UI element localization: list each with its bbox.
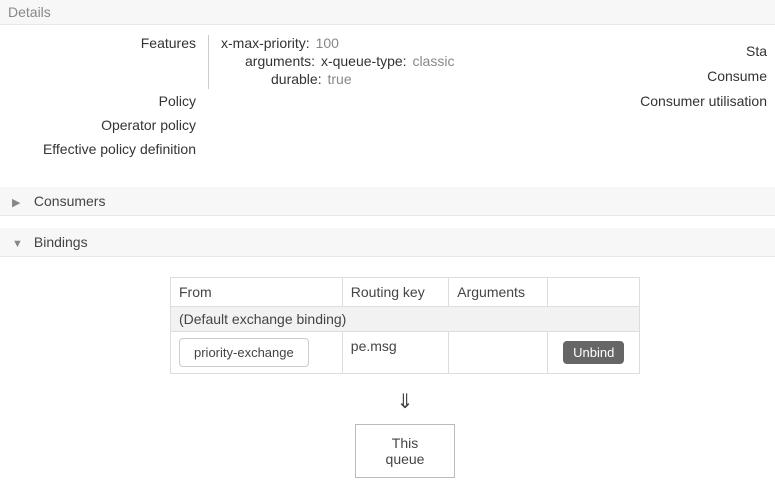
x-queue-type-val: classic [412, 53, 454, 69]
table-header-row: From Routing key Arguments [171, 278, 640, 307]
effective-policy-label: Effective policy definition [8, 141, 208, 157]
operator-policy-val [208, 117, 607, 137]
chevron-down-icon [12, 238, 24, 250]
binding-action-cell: Unbind [548, 332, 640, 374]
details-title: Details [8, 4, 51, 20]
features-label: Features [8, 35, 208, 51]
down-arrow-icon: ⇓ [170, 392, 640, 412]
table-row: (Default exchange binding) [171, 307, 640, 332]
bindings-title: Bindings [34, 234, 88, 250]
policy-val [208, 93, 607, 113]
this-queue-box: This queue [355, 424, 455, 478]
durable-key: durable: [271, 71, 322, 87]
operator-policy-label: Operator policy [8, 117, 208, 133]
details-header: Details [0, 0, 775, 25]
consumers-title: Consumers [34, 193, 106, 209]
col-actions [548, 278, 640, 307]
bindings-content: From Routing key Arguments (Default exch… [0, 257, 775, 498]
x-queue-type-key: x-queue-type: [321, 53, 407, 69]
meta-state: Sta [607, 39, 767, 64]
bindings-header[interactable]: Bindings [0, 228, 775, 257]
exchange-link[interactable]: priority-exchange [179, 338, 309, 367]
col-routing-key: Routing key [342, 278, 448, 307]
meta-consumer-utilisation: Consumer utilisation [607, 89, 767, 114]
details-body: Features x-max-priority: 100 arguments: … [0, 25, 775, 175]
features-values: x-max-priority: 100 arguments: x-queue-t… [208, 35, 607, 89]
x-max-priority-val: 100 [316, 35, 339, 51]
arguments-key: arguments: [245, 53, 315, 69]
bindings-table: From Routing key Arguments (Default exch… [170, 277, 640, 374]
durable-val: true [327, 71, 351, 87]
meta-consumers: Consume [607, 64, 767, 89]
effective-policy-val [208, 141, 607, 161]
consumers-header[interactable]: Consumers [0, 187, 775, 216]
unbind-button[interactable]: Unbind [563, 341, 624, 364]
right-meta: Sta Consume Consumer utilisation [607, 39, 767, 165]
col-from: From [171, 278, 343, 307]
binding-from-cell: priority-exchange [171, 332, 343, 374]
col-arguments: Arguments [449, 278, 548, 307]
x-max-priority-key: x-max-priority: [221, 35, 310, 51]
binding-routing-key-cell: pe.msg [342, 332, 448, 374]
default-binding-cell: (Default exchange binding) [171, 307, 640, 332]
binding-arguments-cell [449, 332, 548, 374]
chevron-right-icon [12, 196, 24, 209]
policy-label: Policy [8, 93, 208, 109]
table-row: priority-exchange pe.msg Unbind [171, 332, 640, 374]
